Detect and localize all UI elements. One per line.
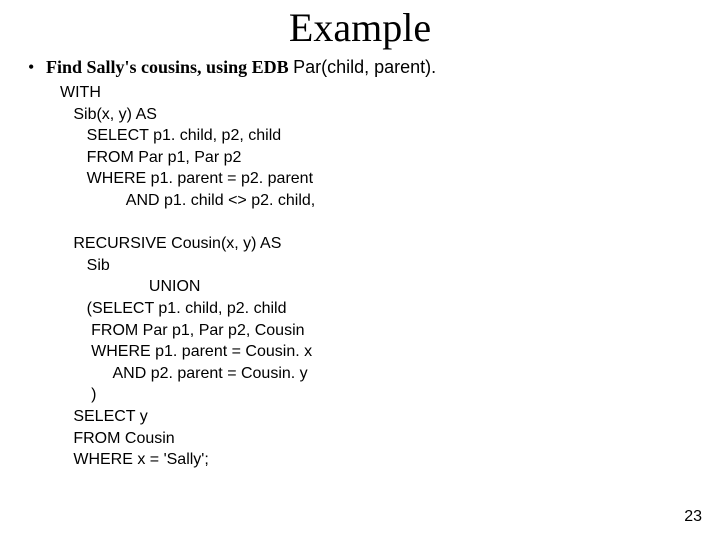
edb-signature: Par(child, parent). <box>293 57 436 77</box>
prompt-line: Find Sally's cousins, using EDB Par(chil… <box>46 57 436 78</box>
code-block: WITH Sib(x, y) AS SELECT p1. child, p2, … <box>28 82 720 471</box>
page-number: 23 <box>684 508 702 526</box>
prompt-text: Find Sally's cousins, using EDB <box>46 57 293 77</box>
content-area: • Find Sally's cousins, using EDB Par(ch… <box>0 57 720 471</box>
bullet-item: • Find Sally's cousins, using EDB Par(ch… <box>28 57 720 78</box>
bullet-glyph: • <box>28 57 46 78</box>
slide-title: Example <box>0 4 720 51</box>
